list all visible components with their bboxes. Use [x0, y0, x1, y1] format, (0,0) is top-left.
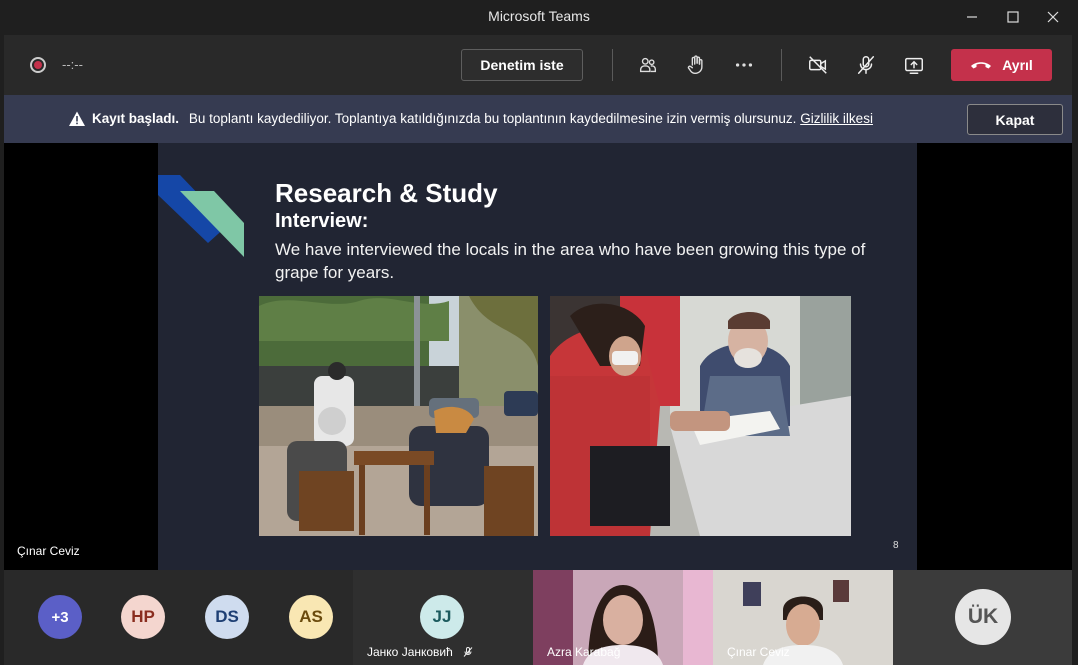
- participant-name: Јанко Јанковић: [367, 645, 474, 659]
- slide-heading: Research & Study: [275, 178, 498, 208]
- more-participants-avatar[interactable]: +3: [38, 595, 82, 639]
- slide-logo-shape: [158, 175, 244, 257]
- slide-body-text: We have interviewed the locals in the ar…: [275, 240, 866, 282]
- meeting-toolbar: --:-- Denetim iste Ayrıl: [4, 35, 1072, 95]
- window-title: Microsoft Teams: [488, 8, 590, 24]
- camera-off-icon[interactable]: [804, 51, 832, 79]
- participant-name: Azra Karabağ: [547, 645, 621, 659]
- slide-page-number: 8: [893, 540, 899, 551]
- participant-video-tile[interactable]: Çınar Ceviz: [713, 570, 893, 665]
- participants-strip: +3 HP DS AS JJ Јанко Јанковић Azra Karab…: [4, 570, 1072, 665]
- leave-label: Ayrıl: [1002, 57, 1033, 73]
- warning-icon: [69, 111, 85, 126]
- participants-icon[interactable]: [634, 51, 662, 79]
- minimize-icon[interactable]: [952, 0, 992, 33]
- participant-avatar: JJ: [420, 595, 464, 639]
- participant-avatar: ÜK: [955, 589, 1011, 645]
- leave-button[interactable]: Ayrıl: [951, 49, 1052, 81]
- more-options-icon[interactable]: [730, 51, 758, 79]
- title-bar: Microsoft Teams: [0, 0, 1078, 33]
- toolbar-divider: [781, 49, 782, 81]
- participant-name-text: Јанко Јанковић: [367, 645, 453, 659]
- interview-photo-indoor: [550, 296, 851, 536]
- presentation-slide: Research & Study Interview: We have inte…: [158, 143, 917, 570]
- participant-tile-jj[interactable]: JJ Јанко Јанковић: [353, 570, 533, 665]
- participant-name: Çınar Ceviz: [727, 645, 790, 659]
- banner-text: Kayıt başladı. Bu toplantı kaydediliyor.…: [92, 111, 873, 126]
- slide-subheading: Interview:: [275, 210, 369, 232]
- request-control-button[interactable]: Denetim iste: [461, 49, 583, 81]
- maximize-icon[interactable]: [993, 0, 1033, 33]
- toolbar-divider: [612, 49, 613, 81]
- muted-mic-icon: [463, 647, 473, 657]
- participant-avatar[interactable]: HP: [121, 595, 165, 639]
- close-window-icon[interactable]: [1033, 0, 1073, 33]
- close-banner-button[interactable]: Kapat: [967, 104, 1063, 135]
- banner-title: Kayıt başladı.: [92, 111, 180, 126]
- participant-avatar[interactable]: AS: [289, 595, 333, 639]
- hang-up-icon: [971, 62, 992, 69]
- banner-message: Bu toplantı kaydediliyor. Toplantıya kat…: [188, 111, 797, 126]
- share-screen-icon[interactable]: [900, 51, 928, 79]
- interview-photo-outdoor: [259, 296, 538, 536]
- recording-icon: [30, 57, 46, 73]
- participant-video-tile[interactable]: Azra Karabağ: [533, 570, 713, 665]
- meeting-timer: --:--: [62, 57, 83, 72]
- raise-hand-icon[interactable]: [682, 51, 710, 79]
- participant-tile-uk[interactable]: ÜK: [893, 570, 1072, 665]
- presenter-name: Çınar Ceviz: [17, 544, 80, 558]
- participant-avatar[interactable]: DS: [205, 595, 249, 639]
- shared-content-stage: Research & Study Interview: We have inte…: [4, 143, 1072, 570]
- mic-off-icon[interactable]: [852, 51, 880, 79]
- recording-banner: Kayıt başladı. Bu toplantı kaydediliyor.…: [4, 95, 1072, 143]
- privacy-policy-link[interactable]: Gizlilik ilkesi: [800, 111, 873, 126]
